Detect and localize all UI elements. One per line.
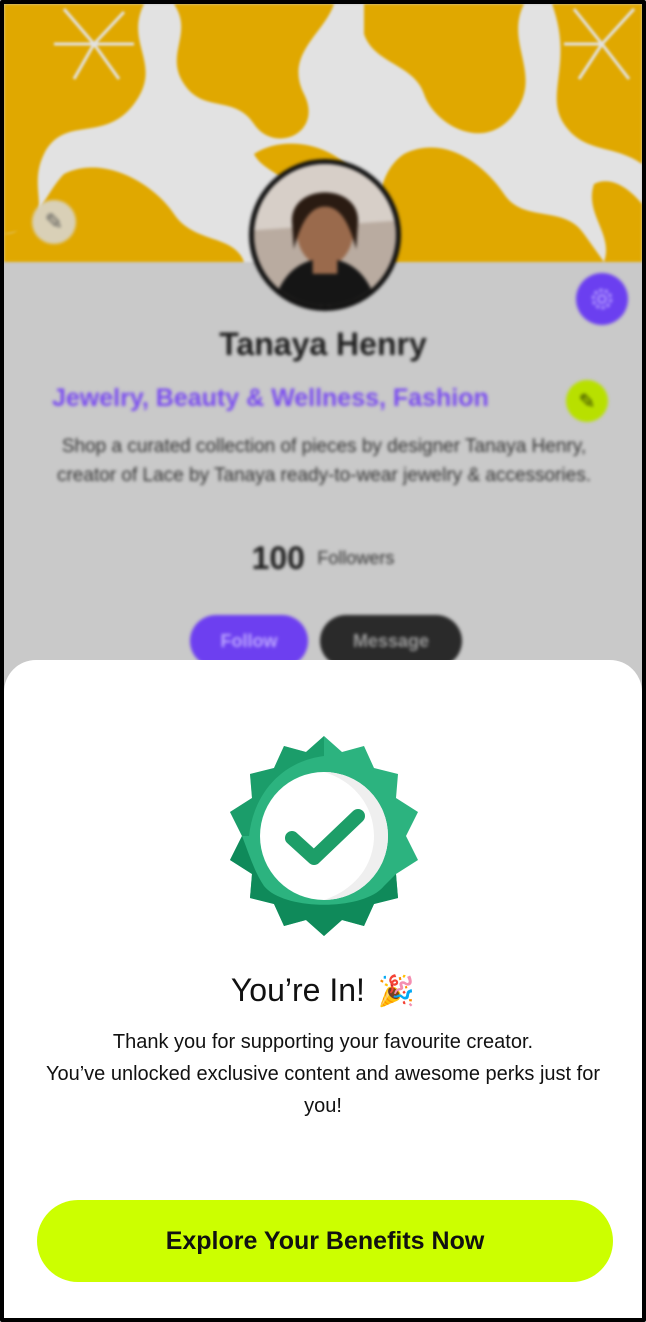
success-message-line-2: You’ve unlocked exclusive content and aw… bbox=[45, 1063, 601, 1117]
success-title-row: You’re In! 🎉 bbox=[4, 972, 642, 1009]
success-title: You’re In! bbox=[230, 972, 365, 1008]
categories-edit-pencil-icon[interactable]: ✎ bbox=[566, 380, 608, 422]
creator-categories: Jewelry, Beauty & Wellness, Fashion bbox=[52, 384, 489, 412]
cover-edit-pencil-icon[interactable]: ✎ bbox=[32, 200, 76, 244]
creator-profile-background: ✎ Tanaya Henry Jewelry, Beauty & Wellnes… bbox=[4, 4, 642, 704]
app-frame: ✎ Tanaya Henry Jewelry, Beauty & Wellnes… bbox=[0, 0, 646, 1322]
success-bottom-sheet: You’re In! 🎉 Thank you for supporting yo… bbox=[4, 660, 642, 1318]
party-popper-icon: 🎉 bbox=[377, 975, 416, 1008]
creator-avatar bbox=[249, 159, 401, 311]
settings-gear-icon[interactable] bbox=[576, 273, 628, 325]
followers-count: 100 bbox=[251, 540, 305, 576]
verified-check-badge-icon bbox=[224, 736, 424, 936]
followers-label: Followers bbox=[317, 548, 395, 568]
success-message-line-1: Thank you for supporting your favourite … bbox=[112, 1031, 534, 1053]
explore-benefits-button[interactable]: Explore Your Benefits Now bbox=[37, 1200, 613, 1282]
creator-bio: Shop a curated collection of pieces by d… bbox=[56, 436, 591, 486]
followers-row: 100 Followers bbox=[4, 540, 642, 577]
creator-name: Tanaya Henry bbox=[219, 326, 427, 362]
success-message: Thank you for supporting your favourite … bbox=[34, 1026, 612, 1122]
